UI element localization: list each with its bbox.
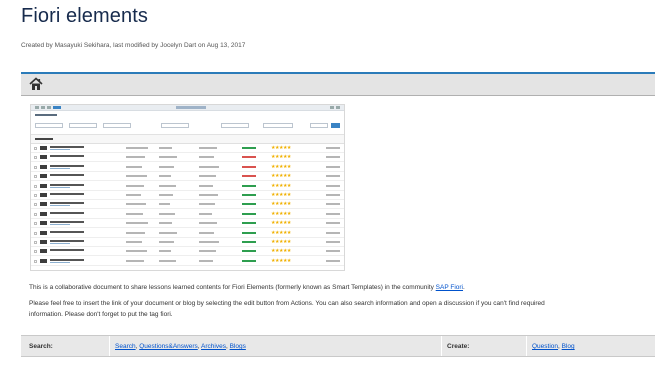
search-links: Search, Questions&Answers, Archives, Blo… — [115, 343, 246, 350]
screenshot-row: ★★★★★ — [31, 172, 344, 182]
screenshot-row: ★★★★★ — [31, 191, 344, 200]
instructions-line-1: Please feel free to insert the link of y… — [29, 300, 545, 307]
create-links: Question, Blog — [532, 343, 575, 350]
home-icon[interactable] — [29, 77, 43, 91]
intro-text: This is a collaborative document to shar… — [29, 284, 436, 291]
question-link[interactable]: Question — [532, 343, 558, 350]
create-label: Create: — [447, 343, 470, 350]
home-bar — [21, 72, 655, 96]
sap-fiori-link[interactable]: SAP Fiori — [436, 284, 463, 291]
intro-text-end: . — [463, 284, 465, 291]
screenshot-row: ★★★★★ — [31, 182, 344, 191]
screenshot-row: ★★★★★ — [31, 257, 344, 266]
screenshot-row: ★★★★★ — [31, 200, 344, 210]
search-link[interactable]: Search — [115, 343, 136, 350]
screenshot-row: ★★★★★ — [31, 144, 344, 153]
screenshot-row: ★★★★★ — [31, 219, 344, 229]
screenshot-row: ★★★★★ — [31, 238, 344, 247]
screenshot-row: ★★★★★ — [31, 163, 344, 172]
page-byline: Created by Masayuki Sekihara, last modif… — [21, 42, 246, 49]
instructions-paragraph: Please feel free to insert the link of y… — [29, 298, 545, 320]
questions-answers-link[interactable]: Questions&Answers — [139, 343, 198, 350]
screenshot-filter-bar — [31, 111, 344, 135]
screenshot-row: ★★★★★ — [31, 247, 344, 257]
blog-link[interactable]: Blog — [562, 343, 575, 350]
screenshot-row: ★★★★★ — [31, 210, 344, 219]
search-label: Search: — [29, 343, 53, 350]
screenshot-table-header — [31, 135, 344, 144]
intro-paragraph: This is a collaborative document to shar… — [29, 282, 465, 293]
fiori-elements-list-report-screenshot: ★★★★★ ★★★★★ ★★★★★ ★★★★★ ★★★★★ ★★★★★ ★★★★★ ★★★★★… — [30, 104, 345, 271]
archives-link[interactable]: Archives — [201, 343, 226, 350]
instructions-line-2: information. Please don't forget to put … — [29, 311, 173, 318]
screenshot-row: ★★★★★ — [31, 153, 344, 163]
blogs-link[interactable]: Blogs — [230, 343, 246, 350]
search-create-table: Search: Search, Questions&Answers, Archi… — [21, 335, 655, 357]
screenshot-row: ★★★★★ — [31, 229, 344, 238]
page-title: Fiori elements — [21, 5, 148, 27]
